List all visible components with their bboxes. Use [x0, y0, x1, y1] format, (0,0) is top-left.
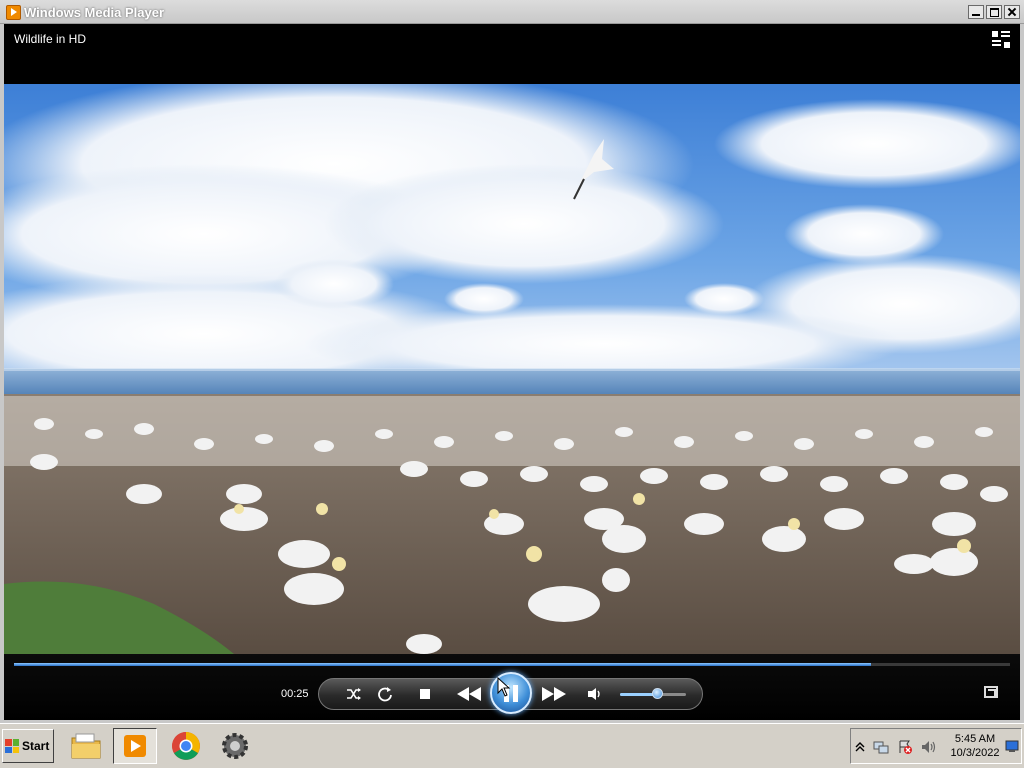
elapsed-time: 00:25	[281, 688, 309, 700]
seek-progress	[14, 663, 871, 666]
window-title-bar[interactable]: Windows Media Player	[0, 0, 1024, 24]
now-playing-header: Wildlife in HD	[4, 24, 1020, 84]
switch-to-library-icon[interactable]	[992, 31, 1010, 49]
action-center-icon[interactable]	[897, 739, 913, 755]
start-button[interactable]: Start	[2, 729, 54, 763]
shuffle-icon[interactable]	[343, 684, 365, 704]
media-player-taskbar-icon[interactable]	[113, 728, 157, 764]
chrome-icon[interactable]	[164, 728, 208, 764]
next-icon[interactable]	[539, 684, 569, 704]
volume-slider[interactable]	[620, 688, 686, 699]
windows-flag-icon	[5, 739, 19, 753]
close-button[interactable]	[1004, 5, 1020, 19]
settings-gear-icon[interactable]	[213, 728, 257, 764]
video-display[interactable]	[4, 84, 1020, 654]
window-title: Windows Media Player	[24, 5, 165, 20]
mouse-cursor	[497, 677, 511, 697]
show-desktop-icon[interactable]	[1005, 739, 1019, 753]
playback-controls: 00:25	[4, 654, 1020, 722]
chevron-up-icon[interactable]	[855, 741, 865, 753]
volume-tray-icon[interactable]	[921, 739, 937, 755]
repeat-icon[interactable]	[374, 684, 396, 704]
network-icon[interactable]	[873, 739, 889, 755]
media-player-icon	[6, 5, 21, 20]
window-frame-right	[1020, 24, 1024, 723]
volume-thumb[interactable]	[651, 688, 663, 699]
previous-icon[interactable]	[454, 684, 484, 704]
stop-icon[interactable]	[414, 684, 436, 704]
clock-time: 5:45 AM	[954, 733, 996, 745]
clock-date: 10/3/2022	[950, 747, 1000, 759]
fullscreen-icon[interactable]	[984, 686, 998, 698]
speaker-icon[interactable]	[584, 684, 606, 704]
system-tray: 5:45 AM 10/3/2022	[850, 728, 1022, 764]
minimize-button[interactable]	[968, 5, 984, 19]
file-explorer-icon[interactable]	[64, 728, 108, 764]
maximize-button[interactable]	[986, 5, 1002, 19]
start-label: Start	[22, 739, 50, 753]
tray-clock[interactable]: 5:45 AM 10/3/2022	[945, 732, 1005, 760]
media-title: Wildlife in HD	[14, 32, 87, 46]
seek-bar[interactable]	[14, 663, 1010, 666]
taskbar: Start 5:45 AM 10/3/2022	[0, 723, 1024, 768]
